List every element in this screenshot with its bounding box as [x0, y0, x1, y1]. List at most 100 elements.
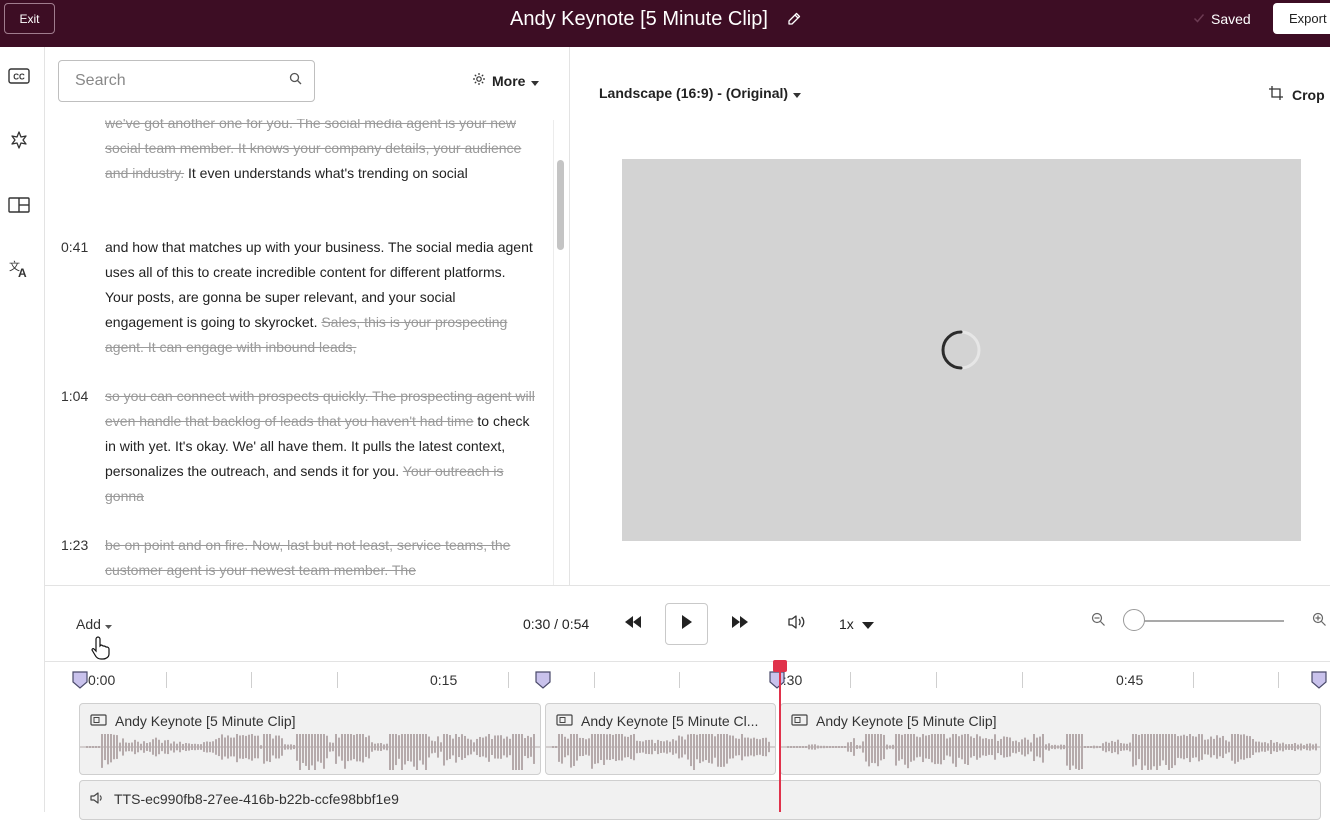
transcript-text[interactable]: It even understands what's trending on s…: [184, 165, 468, 181]
aspect-ratio-dropdown[interactable]: Landscape (16:9) - (Original): [599, 85, 802, 101]
video-preview[interactable]: [622, 159, 1301, 541]
segment-text[interactable]: be on point and on fire. Now, last but n…: [105, 533, 537, 583]
segment-text[interactable]: so you can connect with prospects quickl…: [105, 384, 537, 509]
left-rail: CC 文A: [0, 47, 45, 812]
fast-forward-button[interactable]: [729, 614, 751, 634]
caret-down-icon: [793, 85, 802, 101]
playback-speed-dropdown[interactable]: 1x: [839, 616, 874, 632]
add-dropdown-button[interactable]: Add: [76, 616, 112, 632]
video-clip[interactable]: Andy Keynote [5 Minute Clip]: [79, 703, 541, 775]
transcript-list[interactable]: we've got another one for you. The socia…: [45, 119, 569, 585]
ruler-tick: [1193, 672, 1194, 688]
more-menu-button[interactable]: More: [472, 72, 540, 89]
clip-label-group: Andy Keynote [5 Minute Clip]: [791, 713, 997, 729]
aspect-ratio-label: Landscape (16:9) - (Original): [599, 85, 789, 101]
transcript-panel: More we've got another one for you. The …: [45, 47, 570, 585]
project-title-group: Andy Keynote [5 Minute Clip]: [510, 7, 802, 31]
speed-label: 1x: [839, 616, 854, 632]
caret-down-icon: [531, 73, 540, 89]
video-clip[interactable]: Andy Keynote [5 Minute Cl...: [545, 703, 776, 775]
clip-label: Andy Keynote [5 Minute Clip]: [115, 713, 296, 729]
split-marker-icon[interactable]: [535, 671, 551, 694]
ruler-tick: [508, 672, 509, 688]
clip-label: Andy Keynote [5 Minute Clip]: [816, 713, 997, 729]
exit-button[interactable]: Exit: [4, 3, 55, 34]
segment-timestamp[interactable]: 1:23: [61, 533, 88, 558]
ruler-tick: [1278, 672, 1279, 688]
rewind-button[interactable]: [622, 614, 644, 634]
video-clip-icon: [90, 713, 107, 729]
export-button[interactable]: Export: [1273, 3, 1330, 34]
audio-track-label-group: TTS-ec990fb8-27ee-416b-b22b-ccfe98bbf1e9: [90, 791, 399, 807]
audio-waveform: [80, 734, 540, 770]
ruler-label: 0:00: [88, 672, 116, 688]
playhead[interactable]: [779, 668, 781, 812]
split-marker-icon[interactable]: [1311, 671, 1327, 694]
add-label: Add: [76, 616, 101, 632]
search-icon[interactable]: [289, 72, 302, 90]
rewind-icon: [625, 615, 641, 633]
video-clip[interactable]: Andy Keynote [5 Minute Clip]: [780, 703, 1321, 775]
zoom-slider-track[interactable]: [1128, 620, 1284, 622]
ruler-tick: [166, 672, 167, 688]
loading-spinner-icon: [941, 330, 981, 370]
caret-down-icon: [861, 616, 874, 632]
saved-label: Saved: [1211, 11, 1251, 27]
pencil-icon[interactable]: [786, 11, 802, 27]
audio-waveform: [546, 734, 775, 770]
ruler-tick: [337, 672, 338, 688]
clip-label-group: Andy Keynote [5 Minute Clip]: [90, 713, 296, 729]
ruler-label: 0:45: [1116, 672, 1144, 688]
video-clip-icon: [791, 713, 808, 729]
audio-track-label: TTS-ec990fb8-27ee-416b-b22b-ccfe98bbf1e9: [114, 791, 399, 807]
caret-down-icon: [104, 616, 112, 632]
saved-status: Saved: [1193, 11, 1251, 27]
fast-forward-icon: [732, 615, 748, 633]
crop-label: Crop: [1292, 86, 1325, 103]
svg-text:A: A: [18, 266, 27, 279]
shapes-icon[interactable]: [8, 129, 30, 151]
svg-text:CC: CC: [13, 73, 25, 82]
volume-button[interactable]: [786, 613, 808, 635]
zoom-in-button[interactable]: [1310, 612, 1328, 632]
speaker-icon: [787, 614, 807, 635]
translate-icon[interactable]: 文A: [8, 258, 30, 280]
audio-track[interactable]: TTS-ec990fb8-27ee-416b-b22b-ccfe98bbf1e9: [79, 780, 1321, 820]
deleted-text[interactable]: be on point and on fire. Now, last but n…: [105, 537, 510, 578]
split-marker-icon[interactable]: [72, 671, 88, 694]
ruler-label: 0:15: [430, 672, 458, 688]
more-label: More: [492, 72, 526, 89]
closed-captions-icon[interactable]: CC: [8, 65, 30, 87]
check-icon: [1193, 11, 1205, 27]
video-clip-icon: [556, 713, 573, 729]
ruler-tick: [251, 672, 252, 688]
timeline-divider: [45, 585, 1330, 586]
scrollbar-thumb[interactable]: [557, 160, 564, 250]
ruler-tick: [850, 672, 851, 688]
transcript-scrollbar[interactable]: [553, 120, 565, 585]
search-input[interactable]: [75, 72, 289, 90]
zoom-out-button[interactable]: [1089, 612, 1107, 632]
ruler-tick: [936, 672, 937, 688]
project-title[interactable]: Andy Keynote [5 Minute Clip]: [510, 8, 768, 31]
zoom-slider-handle[interactable]: [1123, 609, 1145, 631]
timecode-display: 0:30 / 0:54: [523, 616, 590, 632]
top-bar: Exit Andy Keynote [5 Minute Clip] Saved …: [0, 0, 1330, 47]
deleted-text[interactable]: so you can connect with prospects quickl…: [105, 388, 535, 429]
layout-icon[interactable]: [8, 194, 30, 216]
crop-button[interactable]: Crop: [1268, 85, 1325, 104]
play-icon: [681, 614, 692, 634]
search-box[interactable]: [58, 60, 315, 102]
timeline-top-border: [45, 661, 1330, 662]
segment-text[interactable]: and how that matches up with your busine…: [105, 235, 537, 360]
segment-timestamp[interactable]: 1:04: [61, 384, 88, 409]
zoom-in-icon: [1312, 612, 1327, 632]
preview-panel: Landscape (16:9) - (Original) Crop: [571, 47, 1330, 585]
split-marker-icon[interactable]: [769, 671, 785, 694]
zoom-out-icon: [1091, 612, 1106, 632]
segment-text[interactable]: we've got another one for you. The socia…: [105, 119, 537, 186]
gear-icon: [472, 72, 486, 89]
play-button[interactable]: [665, 603, 708, 645]
segment-timestamp[interactable]: 0:41: [61, 235, 88, 260]
ruler-tick: [679, 672, 680, 688]
